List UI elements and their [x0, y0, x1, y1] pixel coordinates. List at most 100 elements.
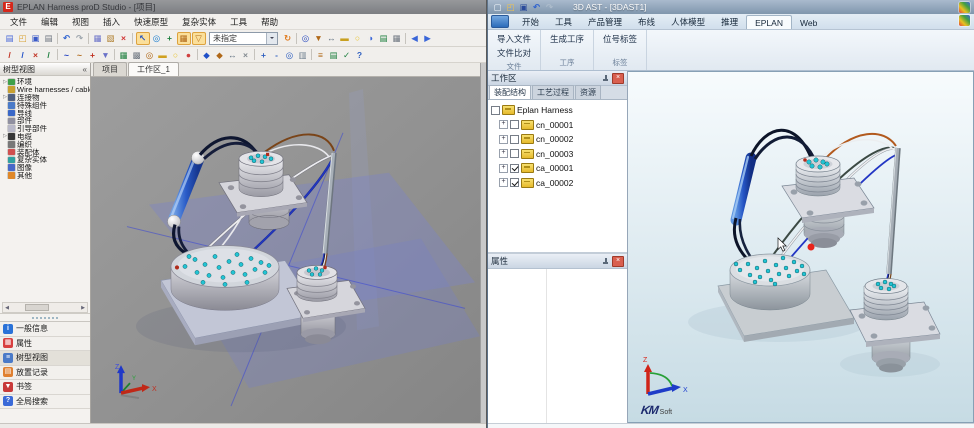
save-file-icon[interactable]: ▣ — [518, 1, 530, 13]
pin-place-icon[interactable]: ● — [183, 49, 195, 61]
bundle-route-icon[interactable]: ~ — [61, 49, 73, 61]
tree-item-wire-harnesses[interactable]: Wire harnesses / cable uni — [0, 86, 90, 94]
file-compare-button[interactable]: 文件比对 — [494, 46, 534, 60]
view-cube-icon[interactable]: ▥ — [297, 49, 309, 61]
select-arrow-icon[interactable]: ↖ — [136, 32, 150, 45]
tab-product-management[interactable]: 产品管理 — [580, 14, 630, 29]
tree-item-braiding[interactable]: 编织 — [0, 140, 90, 148]
tree-item-special-components[interactable]: 特殊组件 — [0, 101, 90, 109]
application-button[interactable] — [491, 15, 509, 28]
check-icon[interactable]: ✓ — [341, 49, 353, 61]
tree-item-connectors[interactable]: ▷连接物 — [0, 94, 90, 102]
grid-icon[interactable]: ▦ — [391, 32, 403, 44]
tab-web[interactable]: Web — [792, 16, 825, 29]
orbit-icon[interactable]: ◎ — [151, 32, 163, 44]
tree-item-cn-00002[interactable]: cn_00002 — [491, 132, 627, 147]
redo-icon[interactable]: ↷ — [544, 1, 556, 13]
menu-help[interactable]: 帮助 — [254, 16, 285, 28]
tab-routing[interactable]: 布线 — [630, 14, 663, 29]
checkbox[interactable] — [510, 164, 519, 173]
tree-item-guiding-parts[interactable]: 引导部件 — [0, 125, 90, 133]
render-icon[interactable]: ◑ — [365, 32, 377, 44]
open-file-icon[interactable]: ◰ — [505, 1, 517, 13]
wire-delete-icon[interactable]: × — [30, 49, 42, 61]
checkbox[interactable] — [510, 120, 519, 129]
nav-tree-view[interactable]: ≡树型视图 — [0, 351, 90, 366]
prev-view-icon[interactable]: ◀ — [409, 32, 421, 44]
colorful-shortcut-icon[interactable] — [959, 2, 970, 13]
expand-plus-icon[interactable] — [499, 135, 508, 144]
tree-item-ca-00002[interactable]: ca_00002 — [491, 176, 627, 191]
left-3d-scene[interactable]: Z X Y — [91, 77, 480, 423]
tab-project[interactable]: 项目 — [93, 62, 127, 76]
settings-icon[interactable]: ≡ — [315, 49, 327, 61]
tab-resources[interactable]: 资源 — [575, 85, 601, 99]
panel-splitter[interactable] — [0, 313, 90, 321]
tab-reasoning[interactable]: 推理 — [713, 14, 746, 29]
new-file-icon[interactable]: ▢ — [492, 1, 504, 13]
menu-view[interactable]: 视图 — [65, 16, 96, 28]
report-icon[interactable]: ▤ — [328, 49, 340, 61]
refresh-icon[interactable]: ↻ — [282, 32, 294, 44]
splice-icon[interactable]: + — [87, 49, 99, 61]
layers-icon[interactable]: ▤ — [378, 32, 390, 44]
nav-properties[interactable]: ▦属性 — [0, 337, 90, 352]
right-titlebar[interactable]: ▢◰▣↶↷ 3D AST - [3DAST1] — [488, 0, 974, 14]
tree-item-assemblies[interactable]: 装配体 — [0, 148, 90, 156]
cable-icon[interactable]: ◆ — [214, 49, 226, 61]
route-mode-icon[interactable]: ▦ — [177, 32, 191, 45]
paste-icon[interactable]: ▧ — [105, 32, 117, 44]
measure-icon[interactable]: ↔ — [227, 49, 239, 61]
label-icon[interactable]: ▬ — [157, 49, 169, 61]
copy-icon[interactable]: ▦ — [92, 32, 104, 44]
properties-grid[interactable] — [488, 269, 627, 423]
scroll-left-icon[interactable]: ◀ — [3, 305, 11, 311]
tree-item-images[interactable]: 图像 — [0, 164, 90, 172]
menu-tools[interactable]: 工具 — [223, 16, 254, 28]
import-file-button[interactable]: 导入文件 — [494, 32, 534, 46]
pen-icon[interactable]: / — [43, 49, 55, 61]
search-icon[interactable]: ◎ — [300, 32, 312, 44]
wire-edit-icon[interactable]: / — [17, 49, 29, 61]
print-icon[interactable]: ▤ — [43, 32, 55, 44]
checkbox[interactable] — [510, 149, 519, 158]
tab-start[interactable]: 开始 — [514, 14, 547, 29]
zoom-in-icon[interactable]: + — [258, 49, 270, 61]
tree-item-others[interactable]: 其他 — [0, 172, 90, 180]
tree-root-eplan-harness[interactable]: Eplan Harness — [491, 103, 627, 118]
connector-place-icon[interactable]: ▼ — [100, 49, 112, 61]
surface-protection-icon[interactable]: ▦ — [118, 49, 130, 61]
tree-item-complex-solids[interactable]: 复杂实体 — [0, 156, 90, 164]
cut-icon[interactable]: × — [240, 49, 252, 61]
left-3d-viewport[interactable]: Z X Y — [91, 77, 480, 423]
tree-item-cables[interactable]: ▷电缆 — [0, 133, 90, 141]
menu-complex-solid[interactable]: 复杂实体 — [175, 16, 223, 28]
properties-panel-header[interactable]: 属性 × — [488, 254, 627, 269]
chevron-down-icon[interactable] — [266, 33, 277, 44]
generate-process-button[interactable]: 生成工序 — [547, 32, 587, 46]
close-icon[interactable]: × — [612, 73, 624, 84]
right-3d-viewport[interactable]: Z X KM Soft — [628, 71, 974, 423]
tree-item-cn-00003[interactable]: cn_00003 — [491, 147, 627, 162]
right-3d-scene[interactable]: Z X — [628, 72, 973, 422]
tab-workspace-1[interactable]: 工作区_1 — [128, 62, 179, 76]
reference-designator-combo[interactable]: 未指定 — [209, 32, 278, 45]
menu-file[interactable]: 文件 — [3, 16, 34, 28]
expand-plus-icon[interactable] — [499, 164, 508, 173]
menu-edit[interactable]: 编辑 — [34, 16, 65, 28]
expand-plus-icon[interactable] — [499, 149, 508, 158]
tab-process[interactable]: 工艺过程 — [532, 85, 574, 99]
scroll-right-icon[interactable]: ▶ — [79, 305, 87, 311]
tab-tools[interactable]: 工具 — [547, 14, 580, 29]
tree-item-cn-00001[interactable]: cn_00001 — [491, 118, 627, 133]
tree-item-parts[interactable]: 部件 — [0, 117, 90, 125]
tree-item-environment[interactable]: ▷环境 — [0, 78, 90, 86]
save-icon[interactable]: ▣ — [30, 32, 42, 44]
help-icon[interactable]: ? — [354, 49, 366, 61]
checkbox[interactable] — [491, 106, 500, 115]
zoom-out-icon[interactable]: - — [271, 49, 283, 61]
nav-general-info[interactable]: i一般信息 — [0, 322, 90, 337]
note-icon[interactable]: ▬ — [339, 32, 351, 44]
redo-icon[interactable]: ↷ — [74, 32, 86, 44]
undo-icon[interactable]: ↶ — [61, 32, 73, 44]
